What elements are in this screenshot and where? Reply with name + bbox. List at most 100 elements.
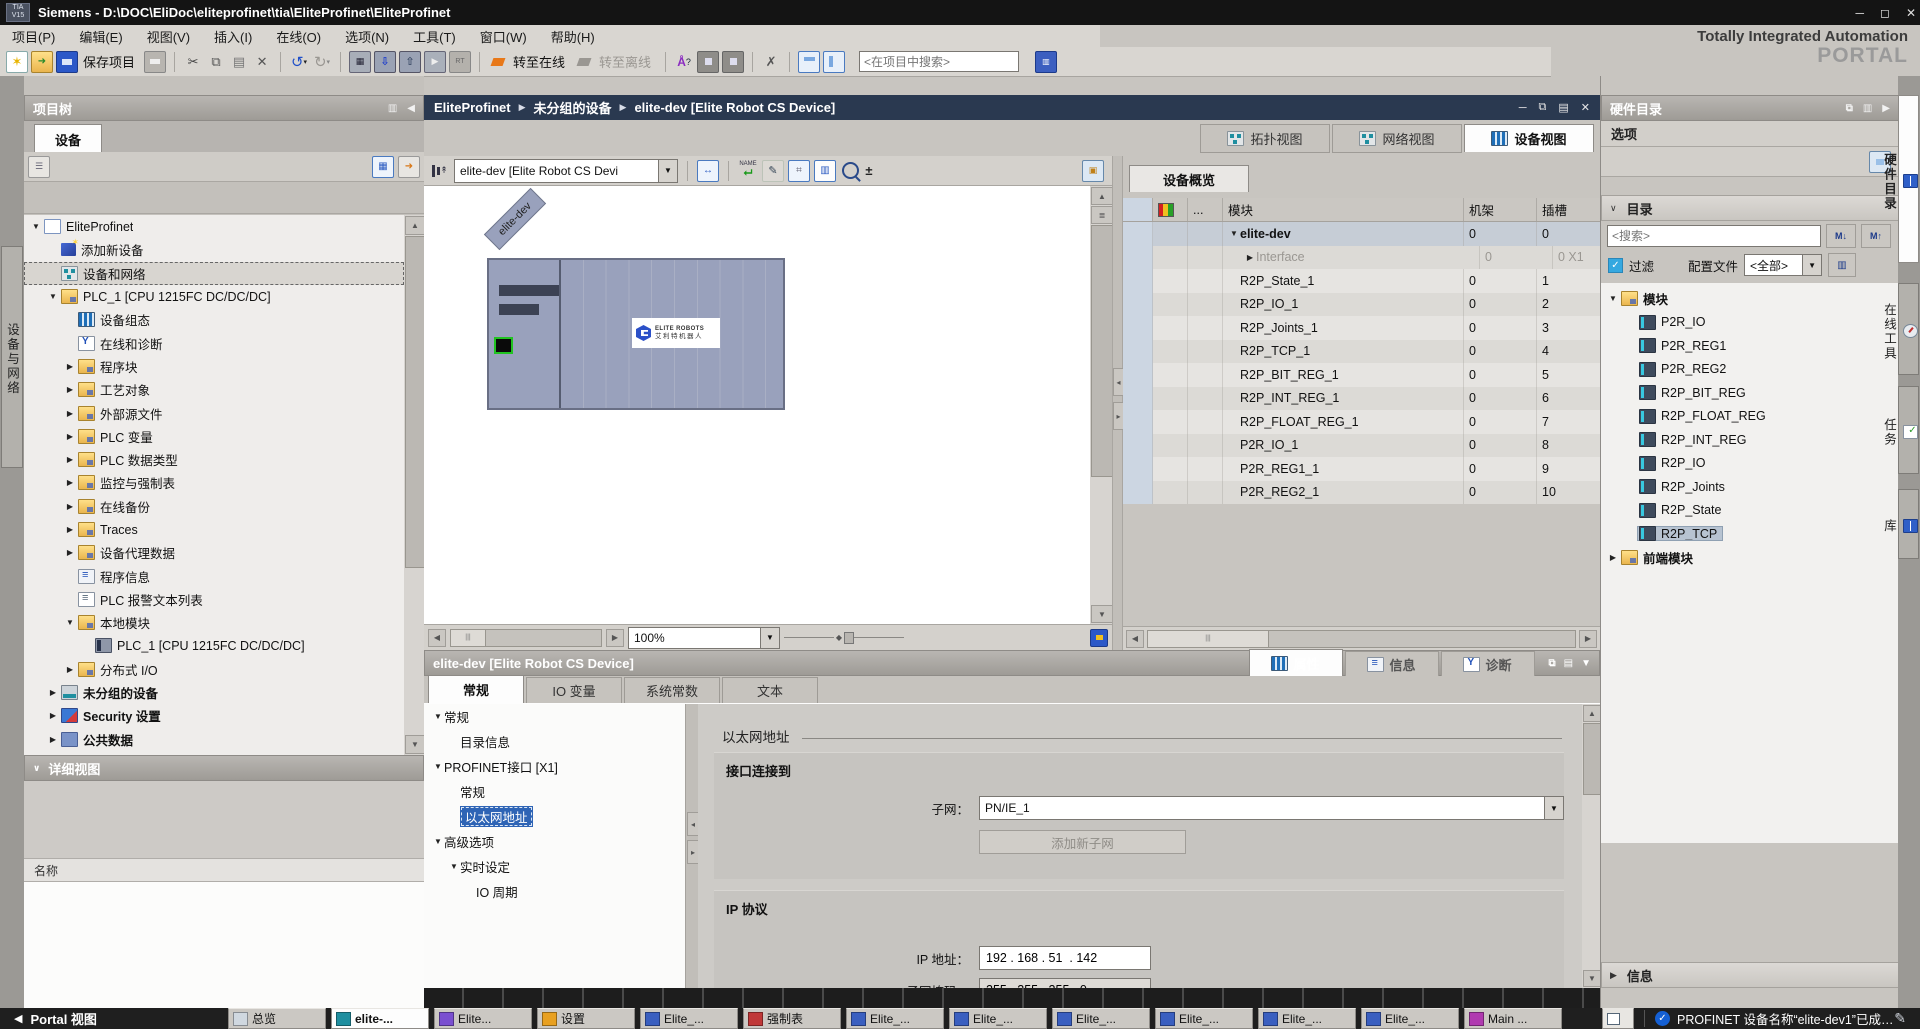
col-slot[interactable]: 插槽 xyxy=(1537,198,1600,221)
project-tree-item[interactable]: PLC_1 [CPU 1215FC DC/DC/DC] xyxy=(24,634,404,657)
properties-nav-item[interactable]: ▼PROFINET接口 [X1] xyxy=(424,754,685,779)
editor-maximize-icon[interactable]: ▤ xyxy=(1558,101,1568,114)
properties-nav-item[interactable]: 以太网地址 xyxy=(424,804,685,829)
profile-chevron-down-icon[interactable]: ▼ xyxy=(1802,255,1821,275)
project-tree-item[interactable]: ▶未分组的设备 xyxy=(24,681,404,704)
project-tree-item[interactable]: 设备组态 xyxy=(24,308,404,331)
left-strip-tab-devices-networks[interactable]: 设备与网络 xyxy=(1,246,23,468)
taskbar-button[interactable]: Elite_... xyxy=(1155,1008,1253,1029)
properties-scroll-up-icon[interactable]: ▲ xyxy=(1583,705,1601,722)
taskbar-button[interactable]: Main ... xyxy=(1464,1008,1562,1029)
ip-address-input[interactable] xyxy=(979,946,1151,970)
menu-item[interactable]: 工具(T) xyxy=(401,25,468,47)
undo-icon[interactable]: ↺▾ xyxy=(289,52,309,72)
details-view-header[interactable]: ∨ 详细视图 xyxy=(24,755,424,781)
project-tree-item[interactable]: ▶在线备份 xyxy=(24,495,404,518)
tree-collapsed-arrow-icon[interactable]: ▶ xyxy=(64,502,76,511)
grid-snap-icon[interactable]: ⌗ xyxy=(788,160,810,182)
scroll-down-icon[interactable]: ▼ xyxy=(405,735,425,754)
properties-maximize-icon[interactable]: ▤ xyxy=(1564,658,1573,669)
device-overview-row[interactable]: ▼elite-dev00 xyxy=(1123,222,1600,246)
catalog-item[interactable]: R2P_BIT_REG xyxy=(1601,381,1899,405)
touch-panel-icon[interactable]: ▥ xyxy=(1035,51,1057,73)
tree-collapsed-arrow-icon[interactable]: ▶ xyxy=(47,688,59,697)
catalog-info-section-header[interactable]: ▶ 信息 xyxy=(1601,962,1899,988)
canvas-vscrollbar[interactable]: ▲ ≣ ▼ xyxy=(1090,186,1112,624)
paste-icon[interactable]: ▤ xyxy=(229,52,249,72)
properties-nav-item[interactable]: ▼实时设定 xyxy=(424,854,685,879)
project-tree-scrollbar[interactable]: ▲ ▼ xyxy=(404,215,424,755)
delete-icon[interactable]: ✕ xyxy=(252,52,272,72)
taskbar-button[interactable]: Elite_... xyxy=(949,1008,1047,1029)
col-dots[interactable]: ... xyxy=(1188,198,1223,221)
start-cpu-icon[interactable]: ▶ xyxy=(424,51,446,73)
catalog-section-header[interactable]: ∨ 目录 xyxy=(1601,195,1899,221)
overview-scroll-left-icon[interactable]: ◀ xyxy=(1126,630,1144,648)
device-graphic[interactable]: ELITE ROBOTS 艾利特机器人 xyxy=(487,258,785,410)
nav-expanded-arrow-icon[interactable]: ▼ xyxy=(432,837,444,846)
breadcrumb-item[interactable]: 未分组的设备 xyxy=(534,98,612,117)
menu-item[interactable]: 项目(P) xyxy=(0,25,67,47)
project-tree-item[interactable]: ▼PLC_1 [CPU 1215FC DC/DC/DC] xyxy=(24,285,404,308)
taskbar-button[interactable]: Elite_... xyxy=(846,1008,944,1029)
catalog-item[interactable]: R2P_FLOAT_REG xyxy=(1601,405,1899,429)
view-tab-拓扑视图[interactable]: 拓扑视图 xyxy=(1200,124,1330,153)
device-overview-row[interactable]: R2P_IO_10226... xyxy=(1123,293,1600,317)
expand-catalog-icon[interactable]: ➜ xyxy=(398,156,420,178)
device-overview-row[interactable]: P2R_REG2_1010 xyxy=(1123,481,1600,505)
stop-cpu-icon[interactable]: RT xyxy=(449,51,471,73)
canvas-scroll-right-icon[interactable]: ▶ xyxy=(606,629,624,647)
zoom-options-icon[interactable]: ± xyxy=(864,161,874,181)
properties-scroll-down-icon[interactable]: ▼ xyxy=(1583,970,1601,987)
name-assign-icon[interactable]: NAME⮠ xyxy=(738,161,758,181)
taskbar-button[interactable]: Elite_... xyxy=(640,1008,738,1029)
tree-expanded-arrow-icon[interactable]: ▼ xyxy=(64,618,76,627)
breadcrumb-item[interactable]: EliteProfinet xyxy=(434,100,511,115)
device-name-tag[interactable]: elite-dev xyxy=(484,188,546,250)
cross-reference-icon[interactable]: ✗ xyxy=(761,52,781,72)
properties-vscrollbar[interactable]: ▲ ▼ xyxy=(1582,704,1600,988)
catalog-expanded-arrow-icon[interactable]: ▼ xyxy=(1607,294,1619,303)
catalog-item[interactable]: R2P_TCP xyxy=(1601,522,1899,546)
col-module[interactable]: 模块 xyxy=(1223,198,1464,221)
device-overview-row[interactable]: P2R_REG1_109 xyxy=(1123,457,1600,481)
add-subnet-button[interactable]: 添加新子网 xyxy=(979,830,1186,854)
menu-item[interactable]: 编辑(E) xyxy=(67,25,134,47)
tree-settings-icon[interactable]: ☰ xyxy=(28,156,50,178)
side-tab-硬件目录[interactable]: 硬件目录 xyxy=(1898,95,1919,263)
overview-scroll-right-icon[interactable]: ▶ xyxy=(1579,630,1597,648)
tree-expanded-arrow-icon[interactable]: ▼ xyxy=(30,222,42,231)
catalog-item[interactable]: P2R_REG2 xyxy=(1601,358,1899,382)
compile-icon[interactable]: ▦ xyxy=(349,51,371,73)
menu-item[interactable]: 视图(V) xyxy=(135,25,202,47)
device-selector-dropdown[interactable]: elite-dev [Elite Robot CS Devi ▼ xyxy=(454,159,678,183)
online-diagnostics-icon[interactable]: Å? xyxy=(674,52,694,72)
table-view-icon[interactable]: ▦ xyxy=(372,156,394,178)
catalog-item[interactable]: ▼模块 xyxy=(1601,287,1899,311)
catalog-search-input[interactable] xyxy=(1607,225,1821,247)
tree-expanded-arrow-icon[interactable]: ▼ xyxy=(47,292,59,301)
menu-item[interactable]: 窗口(W) xyxy=(468,25,539,47)
taskbar-button[interactable]: Elite_... xyxy=(1361,1008,1459,1029)
catalog-item[interactable]: R2P_IO xyxy=(1601,452,1899,476)
cut-icon[interactable]: ✂ xyxy=(183,52,203,72)
device-overview-row[interactable]: P2R_IO_108 xyxy=(1123,434,1600,458)
show-addresses-icon[interactable]: ✎ xyxy=(762,160,784,182)
tree-collapsed-arrow-icon[interactable]: ▶ xyxy=(64,525,76,534)
device-view-canvas[interactable]: elite-dev ELITE ROBOTS 艾利特机器人 xyxy=(424,186,1090,624)
project-tree-item[interactable]: ▶公共数据 xyxy=(24,728,404,751)
catalog-item[interactable]: P2R_IO xyxy=(1601,311,1899,335)
restore-window-icon[interactable] xyxy=(697,51,719,73)
col-rack[interactable]: 机架 xyxy=(1464,198,1537,221)
device-overview-row[interactable]: R2P_TCP_10443... xyxy=(1123,340,1600,364)
properties-tab-属性[interactable]: 属性 xyxy=(1249,649,1343,676)
close-button[interactable]: ✕ xyxy=(1906,6,1916,20)
nav-expanded-arrow-icon[interactable]: ▼ xyxy=(448,862,460,871)
editor-minimize-icon[interactable]: ─ xyxy=(1519,102,1527,114)
split-editor-horizontal-icon[interactable] xyxy=(798,51,820,73)
project-tree-item[interactable]: ▶外部源文件 xyxy=(24,401,404,424)
maximize-button[interactable]: ◻ xyxy=(1880,6,1890,20)
properties-nav-item[interactable]: IO 周期 xyxy=(424,879,685,904)
menu-item[interactable]: 选项(N) xyxy=(333,25,401,47)
zoom-slider[interactable]: ◆ xyxy=(784,632,904,644)
